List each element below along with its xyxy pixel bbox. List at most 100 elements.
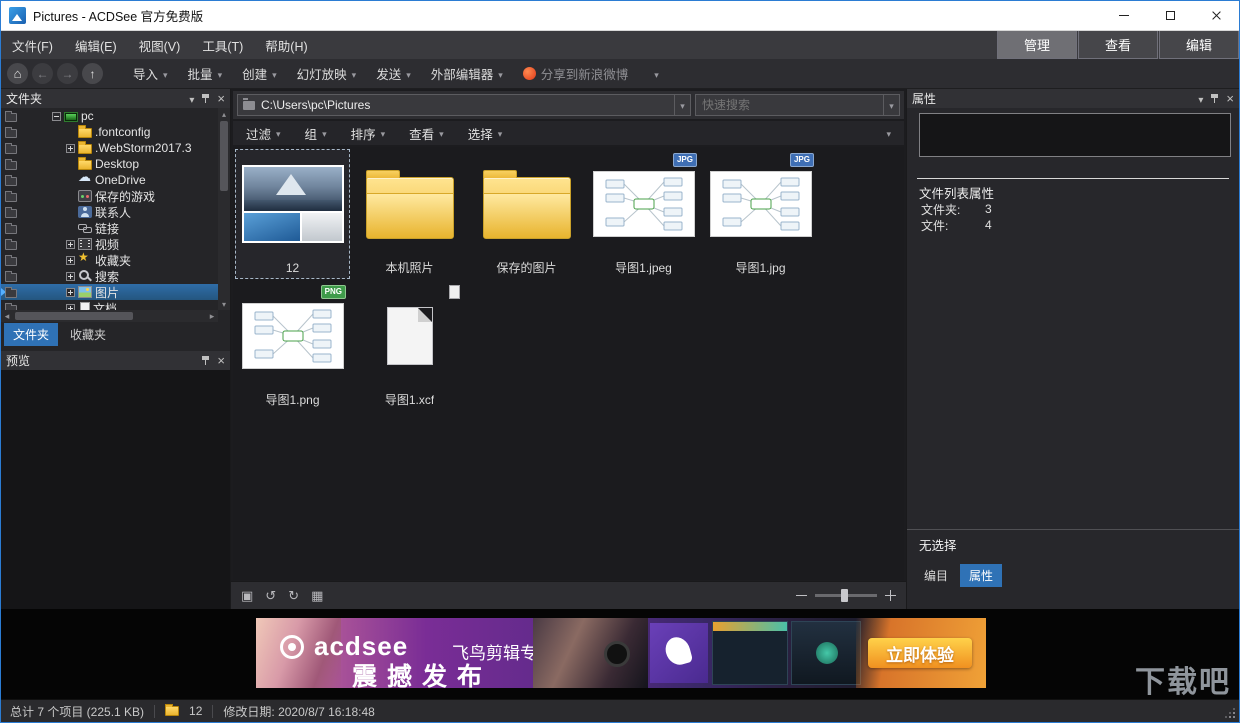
sort-button[interactable]: 排序 [351, 124, 386, 143]
import-button[interactable]: 导入 [123, 59, 178, 88]
home-button[interactable] [7, 63, 28, 84]
zoom-out-icon[interactable] [796, 590, 807, 601]
search-dropdown-button[interactable] [883, 95, 899, 115]
tree-item-saved-games[interactable]: 保存的游戏 [1, 188, 218, 204]
minimize-button[interactable] [1101, 1, 1147, 30]
tree-item-desktop[interactable]: Desktop [1, 156, 218, 172]
close-button[interactable] [1193, 1, 1239, 30]
expand-icon[interactable] [66, 256, 75, 265]
zoom-slider[interactable] [815, 594, 877, 597]
tree-item-onedrive[interactable]: OneDrive [1, 172, 218, 188]
batch-button[interactable]: 批量 [178, 59, 233, 88]
tree-item-contacts[interactable]: 联系人 [1, 204, 218, 220]
pin-icon[interactable] [201, 93, 210, 104]
blank-file-icon [388, 308, 432, 364]
scrollbar-thumb[interactable] [220, 121, 228, 191]
slideshow-button[interactable]: 幻灯放映 [287, 59, 367, 88]
current-path: C:\Users\pc\Pictures [261, 98, 668, 112]
view-mode-icon[interactable] [241, 589, 253, 602]
tree-item-webstorm[interactable]: .WebStorm2017.3 [1, 140, 218, 156]
menu-tools[interactable]: 工具(T) [191, 31, 254, 59]
thumbnail-daotu1-jpeg[interactable]: JPG 导图1.jpeg [586, 149, 701, 279]
thumbnail-saved-pictures[interactable]: 保存的图片 [469, 149, 584, 279]
tree-item-fontconfig[interactable]: .fontconfig [1, 124, 218, 140]
menu-help[interactable]: 帮助(H) [254, 31, 318, 59]
tab-edit[interactable]: 编辑 [1159, 31, 1239, 59]
menu-file[interactable]: 文件(F) [1, 31, 64, 59]
pin-icon[interactable] [201, 355, 210, 366]
thumbnail-daotu1-png[interactable]: PNG 导图1.png [235, 281, 350, 411]
menu-edit[interactable]: 编辑(E) [64, 31, 128, 59]
toolbar-overflow-icon[interactable] [654, 67, 659, 81]
expand-icon[interactable] [66, 272, 75, 281]
tree-item-favorites[interactable]: 收藏夹 [1, 252, 218, 268]
zoom-slider-thumb[interactable] [841, 589, 848, 602]
tree-item-videos[interactable]: 视频 [1, 236, 218, 252]
filterbar-overflow-icon[interactable] [886, 126, 891, 140]
expand-icon[interactable] [66, 288, 75, 297]
properties-panel: 属性 文件列表属性 文件夹: 3 文件: 4 无选择 编目 属性 [906, 89, 1239, 609]
panel-close-icon[interactable] [217, 92, 225, 106]
scroll-right-icon[interactable] [206, 310, 218, 322]
external-editor-button[interactable]: 外部编辑器 [421, 59, 513, 88]
create-button[interactable]: 创建 [232, 59, 287, 88]
resize-grip[interactable] [1223, 706, 1235, 718]
panel-menu-icon[interactable] [189, 92, 194, 106]
share-weibo-button[interactable]: 分享到新浪微博 [513, 59, 639, 88]
folders-panel-title: 文件夹 [6, 90, 182, 107]
tree-item-documents[interactable]: 文档 [1, 300, 218, 310]
refresh-icon[interactable] [288, 589, 299, 602]
thumbnail-12[interactable]: 12 [235, 149, 350, 279]
folder-gutter-icon [5, 161, 17, 170]
chevron-down-icon [498, 126, 503, 140]
thumbnail-daotu1-xcf[interactable]: 导图1.xcf [352, 281, 467, 411]
tab-catalog[interactable]: 编目 [915, 564, 957, 587]
scrollbar-thumb[interactable] [15, 312, 133, 320]
rotate-left-icon[interactable] [265, 589, 276, 602]
expand-icon[interactable] [66, 240, 75, 249]
panel-close-icon[interactable] [1226, 92, 1234, 106]
tree-item-pictures[interactable]: 图片 [1, 284, 218, 300]
tree-item-links[interactable]: 链接 [1, 220, 218, 236]
breadcrumb[interactable]: C:\Users\pc\Pictures [237, 94, 691, 116]
tree-item-label: .WebStorm2017.3 [95, 141, 192, 155]
group-label: 组 [305, 124, 318, 143]
select-button[interactable]: 选择 [468, 124, 503, 143]
tree-item-search[interactable]: 搜索 [1, 268, 218, 284]
collapse-icon[interactable] [52, 112, 61, 121]
panel-close-icon[interactable] [217, 354, 225, 368]
zoom-in-icon[interactable] [885, 590, 896, 601]
panel-menu-icon[interactable] [1198, 92, 1203, 106]
view-button[interactable]: 查看 [409, 124, 444, 143]
ad-banner-zone: acdsee 飞鸟剪辑专业版4 震撼发布 立即体验 下载吧 [1, 609, 1239, 701]
tab-folders[interactable]: 文件夹 [4, 323, 58, 346]
tab-properties[interactable]: 属性 [960, 564, 1002, 587]
tree-item-pc[interactable]: pc [1, 108, 218, 124]
send-button[interactable]: 发送 [366, 59, 421, 88]
up-button[interactable] [82, 63, 103, 84]
back-button[interactable] [32, 63, 53, 84]
cta-button[interactable]: 立即体验 [868, 638, 972, 668]
thumbnail-local-photos[interactable]: 本机照片 [352, 149, 467, 279]
menu-view[interactable]: 视图(V) [128, 31, 192, 59]
pin-icon[interactable] [1210, 93, 1219, 104]
tab-favorites[interactable]: 收藏夹 [61, 323, 115, 346]
path-dropdown-button[interactable] [674, 95, 690, 115]
folder-gutter-icon [5, 113, 17, 122]
scroll-down-icon[interactable] [218, 298, 230, 310]
maximize-button[interactable] [1147, 1, 1193, 30]
layout-icon[interactable] [311, 589, 323, 602]
tab-manage[interactable]: 管理 [997, 31, 1077, 59]
tree-horizontal-scrollbar[interactable] [1, 310, 218, 322]
scroll-left-icon[interactable] [1, 310, 13, 322]
ad-banner[interactable]: acdsee 飞鸟剪辑专业版4 震撼发布 立即体验 [256, 618, 986, 688]
expand-icon[interactable] [66, 144, 75, 153]
group-button[interactable]: 组 [305, 124, 327, 143]
filter-button[interactable]: 过滤 [246, 124, 281, 143]
scroll-up-icon[interactable] [218, 108, 230, 120]
tab-view[interactable]: 查看 [1078, 31, 1158, 59]
forward-button[interactable] [57, 63, 78, 84]
search-input[interactable] [702, 98, 883, 112]
thumbnail-daotu1-jpg[interactable]: JPG 导图1.jpg [703, 149, 818, 279]
tree-vertical-scrollbar[interactable] [218, 108, 230, 310]
